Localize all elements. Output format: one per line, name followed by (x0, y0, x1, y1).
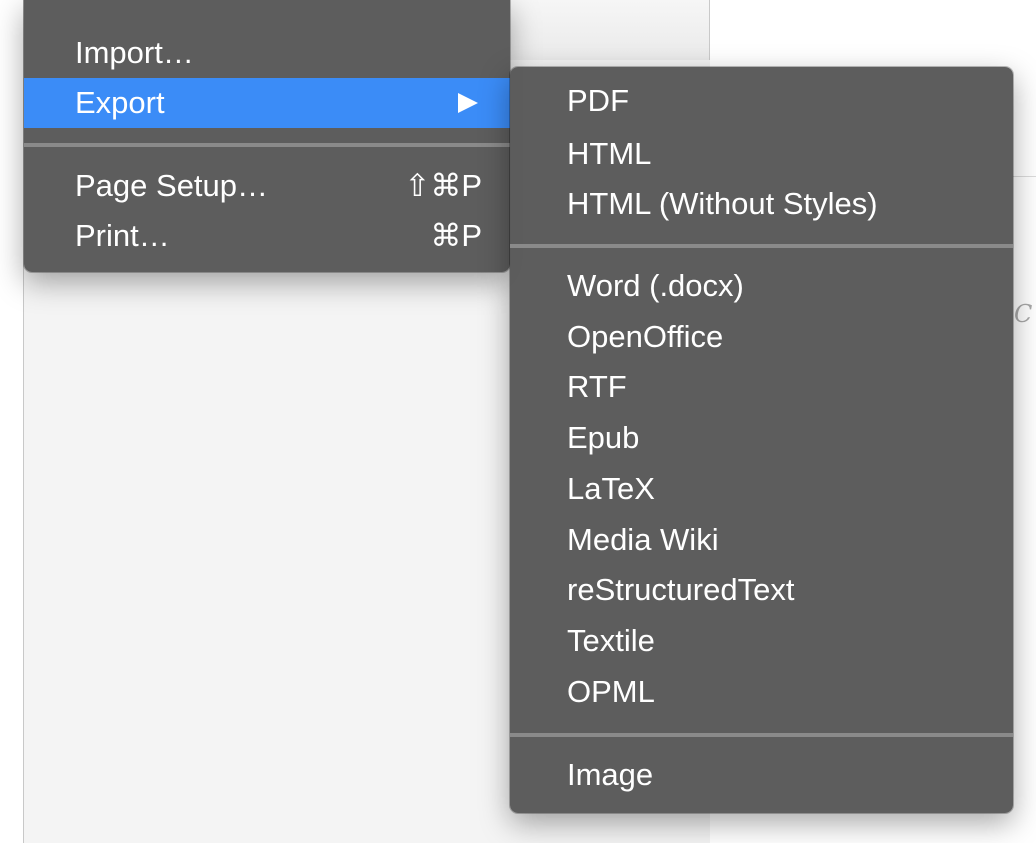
export-item-restructuredtext[interactable]: reStructuredText (510, 565, 1013, 615)
export-item-html[interactable]: HTML (510, 129, 1013, 179)
window-left-edge (0, 0, 24, 843)
menu-item-label: PDF (567, 83, 629, 118)
export-item-rtf[interactable]: RTF (510, 362, 1013, 412)
document-rule (1012, 176, 1036, 177)
menu-item-label: Print… (75, 218, 170, 253)
export-item-html-without-styles[interactable]: HTML (Without Styles) (510, 179, 1013, 229)
menu-item-label: Textile (567, 623, 655, 658)
menu-item-export[interactable]: Export (24, 78, 510, 128)
export-item-media-wiki[interactable]: Media Wiki (510, 515, 1013, 565)
export-item-opml[interactable]: OPML (510, 667, 1013, 717)
file-menu: Import… Export Page Setup… ⇧⌘P Print… ⌘P (24, 0, 510, 272)
menu-item-import[interactable]: Import… (24, 28, 510, 78)
export-item-textile[interactable]: Textile (510, 616, 1013, 666)
export-item-openoffice[interactable]: OpenOffice (510, 312, 1013, 362)
menu-item-label: Media Wiki (567, 522, 719, 557)
menu-item-label: HTML (567, 136, 652, 171)
export-submenu: PDF HTML HTML (Without Styles) Word (.do… (510, 67, 1013, 813)
export-item-image[interactable]: Image (510, 750, 1013, 800)
menu-item-label: HTML (Without Styles) (567, 186, 878, 221)
keyboard-shortcut: ⌘P (430, 218, 482, 253)
menu-item-print[interactable]: Print… ⌘P (24, 211, 510, 261)
menu-item-label: OPML (567, 674, 655, 709)
menu-separator (510, 244, 1013, 248)
menu-item-label: Image (567, 757, 654, 792)
menu-separator (24, 143, 510, 147)
document-partial-text: C (1014, 300, 1033, 328)
menu-item-label: reStructuredText (567, 572, 795, 607)
menu-item-label: Epub (567, 420, 640, 455)
menu-item-label: OpenOffice (567, 319, 724, 354)
menu-item-label: Import… (75, 35, 194, 70)
export-item-epub[interactable]: Epub (510, 413, 1013, 463)
menu-item-label: Export (75, 85, 165, 120)
menu-item-label: RTF (567, 369, 627, 404)
keyboard-shortcut: ⇧⌘P (404, 168, 482, 203)
export-item-pdf[interactable]: PDF (510, 76, 1013, 126)
export-item-word[interactable]: Word (.docx) (510, 261, 1013, 311)
menu-item-label: Word (.docx) (567, 268, 744, 303)
menu-item-page-setup[interactable]: Page Setup… ⇧⌘P (24, 161, 510, 211)
menu-separator (510, 733, 1013, 737)
menu-item-label: Page Setup… (75, 168, 269, 203)
export-item-latex[interactable]: LaTeX (510, 464, 1013, 514)
menu-item-label: LaTeX (567, 471, 655, 506)
submenu-arrow-icon (458, 93, 478, 113)
